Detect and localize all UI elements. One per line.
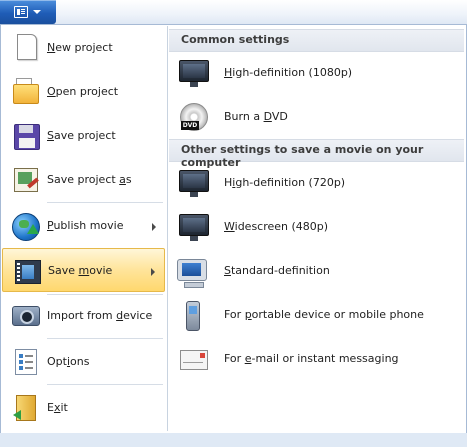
submenu-item-label: For e-mail or instant messaging xyxy=(224,352,399,365)
chevron-down-icon xyxy=(33,10,41,14)
menu-item-save-project[interactable]: Save project xyxy=(2,114,165,158)
menu-item-save-project-as[interactable]: Save project as xyxy=(2,158,165,202)
menu-item-label: Open project xyxy=(47,85,119,98)
open-project-icon xyxy=(11,76,39,108)
application-menu-button[interactable] xyxy=(0,0,56,24)
menu-item-import-from-device[interactable]: Import from device xyxy=(2,294,165,338)
menu-item-label: Options xyxy=(47,355,90,368)
save-project-as-icon xyxy=(11,164,39,196)
menu-item-new-project[interactable]: New project xyxy=(2,26,165,70)
menu-item-open-project[interactable]: Open project xyxy=(2,70,165,114)
menu-item-label: New project xyxy=(47,41,113,54)
submenu-item-label: High-definition (720p) xyxy=(224,176,346,189)
menu-item-label: Save project xyxy=(47,129,116,142)
section-header-other: Other settings to save a movie on your c… xyxy=(169,139,464,169)
menu-item-exit[interactable]: Exit xyxy=(2,386,165,430)
menu-item-options[interactable]: Options xyxy=(2,340,165,384)
hd-monitor-icon xyxy=(177,58,209,88)
application-menu: New project Open project Save project Sa… xyxy=(0,24,467,435)
mobile-phone-icon xyxy=(177,300,209,331)
window-bottom-strip xyxy=(0,433,467,447)
submenu-item-standard-definition[interactable]: Standard-definition xyxy=(169,249,464,293)
submenu-item-hd-720p[interactable]: High-definition (720p) xyxy=(169,161,464,205)
save-movie-submenu: Common settings High-definition (1080p) … xyxy=(167,26,465,431)
app-menu-icon xyxy=(14,6,28,18)
menu-item-label: Import from device xyxy=(47,309,153,322)
submenu-item-label: Burn a DVD xyxy=(224,110,288,123)
ribbon-top-bar xyxy=(0,0,467,25)
menu-item-label: Save project as xyxy=(47,173,132,186)
submenu-item-label: For portable device or mobile phone xyxy=(224,308,424,321)
left-menu-column: New project Open project Save project Sa… xyxy=(1,25,166,434)
save-project-icon xyxy=(11,120,40,152)
save-movie-icon xyxy=(12,255,41,287)
widescreen-monitor-icon xyxy=(177,212,209,242)
submenu-item-label: Widescreen (480p) xyxy=(224,220,329,233)
email-envelope-icon xyxy=(177,344,209,374)
submenu-item-email[interactable]: For e-mail or instant messaging xyxy=(169,337,464,381)
import-device-icon xyxy=(11,300,40,332)
menu-separator xyxy=(47,338,163,339)
menu-separator xyxy=(47,384,163,385)
menu-separator xyxy=(47,202,163,203)
submenu-item-portable-device[interactable]: For portable device or mobile phone xyxy=(169,293,464,337)
computer-monitor-icon xyxy=(177,256,209,288)
submenu-item-label: Standard-definition xyxy=(224,264,330,277)
menu-item-publish-movie[interactable]: Publish movie xyxy=(2,204,165,248)
section-header-common: Common settings xyxy=(169,29,464,52)
chevron-right-icon xyxy=(152,223,156,231)
menu-item-label: Exit xyxy=(47,401,68,414)
publish-movie-icon xyxy=(11,210,40,242)
exit-icon xyxy=(11,392,39,424)
submenu-item-burn-dvd[interactable]: DVD Burn a DVD xyxy=(169,95,464,139)
dvd-icon: DVD xyxy=(177,102,209,132)
options-icon xyxy=(11,346,39,378)
section-title: Common settings xyxy=(181,33,290,46)
menu-item-label: Publish movie xyxy=(47,219,124,232)
menu-item-label: Save movie xyxy=(48,264,113,277)
submenu-item-widescreen[interactable]: Widescreen (480p) xyxy=(169,205,464,249)
new-project-icon xyxy=(11,32,39,64)
menu-item-save-movie[interactable]: Save movie xyxy=(2,248,165,292)
hd-monitor-icon xyxy=(177,168,209,198)
submenu-item-hd-1080p[interactable]: High-definition (1080p) xyxy=(169,51,464,95)
chevron-right-icon xyxy=(151,268,155,276)
submenu-item-label: High-definition (1080p) xyxy=(224,66,353,79)
